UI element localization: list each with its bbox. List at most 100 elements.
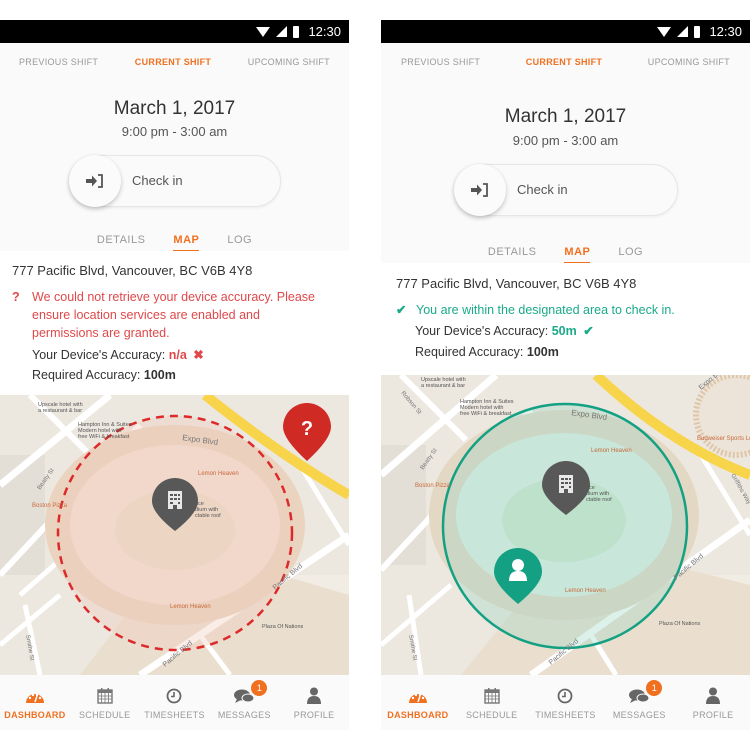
check-in-knob[interactable]: [454, 164, 506, 216]
check-icon: ✔: [396, 303, 407, 317]
clock-icon: [558, 688, 573, 703]
tab-previous-shift[interactable]: Previous Shift: [401, 57, 480, 67]
map-label-hampton: free WiFi & breakfast: [78, 434, 130, 440]
check-icon: ✔: [583, 324, 594, 338]
calendar-icon: [483, 688, 500, 704]
nav-messages[interactable]: 1 Messages: [209, 679, 279, 720]
tab-upcoming-shift[interactable]: Upcoming Shift: [648, 57, 730, 67]
question-icon: ?: [301, 418, 313, 440]
nav-schedule[interactable]: Schedule: [70, 686, 140, 720]
map-canvas: Upscale hotel with a restaurant & bar Ha…: [0, 395, 349, 675]
tab-current-shift[interactable]: Current Shift: [135, 57, 211, 67]
device-accuracy: Your Device's Accuracy: 50m ✔: [415, 323, 594, 338]
tab-upcoming-shift[interactable]: Upcoming Shift: [248, 57, 330, 67]
tab-log[interactable]: Log: [618, 246, 643, 264]
shift-time-range: 9:00 pm - 3:00 am: [121, 124, 228, 139]
device-accuracy-value: 50m: [551, 324, 577, 338]
user-icon: [307, 687, 322, 704]
error-message: ? We could not retrieve your device accu…: [12, 288, 329, 342]
signal-icon: [677, 26, 689, 37]
check-in-knob[interactable]: [69, 155, 121, 207]
address: 777 Pacific Blvd, Vancouver, BC V6B 4Y8: [12, 263, 253, 278]
nav-dashboard[interactable]: Dashboard: [383, 686, 453, 720]
nav-label: Profile: [692, 709, 734, 720]
cross-icon: ✖: [193, 348, 204, 362]
map-label-hotel: a restaurant & bar: [38, 408, 82, 414]
error-message-text: We could not retrieve your device accura…: [32, 290, 316, 340]
map-label-place: Plaza Of Nations: [659, 621, 701, 627]
battery-icon: [293, 25, 300, 38]
signal-icon: [276, 26, 288, 37]
accuracy-radius: [441, 402, 689, 650]
required-accuracy-label: Required Accuracy:: [415, 345, 524, 359]
required-accuracy-label: Required Accuracy:: [32, 368, 141, 382]
map-label-hampton: free WiFi & breakfast: [460, 411, 512, 417]
tab-map[interactable]: Map: [173, 234, 200, 252]
map-label-restaurant: Lemon Heaven: [591, 448, 632, 454]
map-label-restaurant: Budweiser Sports Lo: [697, 436, 750, 442]
map-label-restaurant: Lemon Heaven: [198, 471, 239, 477]
nav-profile[interactable]: Profile: [678, 686, 748, 720]
nav-timesheets[interactable]: Timesheets: [140, 686, 210, 720]
map-label-restaurant: Lemon Heaven: [565, 588, 606, 594]
tab-previous-shift[interactable]: Previous Shift: [19, 57, 98, 67]
shift-tabs: Previous Shift Current Shift Upcoming Sh…: [381, 43, 750, 81]
check-in-label: Check in: [132, 173, 183, 188]
detail-tabs: Details Map Log: [381, 246, 750, 264]
required-accuracy-value: 100m: [526, 345, 559, 359]
map-view[interactable]: Upscale hotel with a restaurant & bar Ha…: [0, 395, 349, 675]
nav-label: Dashboard: [4, 709, 66, 720]
sign-in-icon: [86, 174, 103, 188]
shift-tabs: Previous Shift Current Shift Upcoming Sh…: [0, 43, 349, 81]
dashboard-icon: [25, 693, 44, 703]
nav-label: Profile: [293, 709, 335, 720]
nav-profile[interactable]: Profile: [279, 686, 349, 720]
device-accuracy-label: Your Device's Accuracy:: [32, 348, 166, 362]
location-info: 777 Pacific Blvd, Vancouver, BC V6B 4Y8 …: [381, 263, 750, 375]
nav-label: Dashboard: [387, 709, 449, 720]
calendar-icon: [96, 688, 113, 704]
status-bar: 12:30: [0, 20, 349, 43]
nav-dashboard[interactable]: Dashboard: [0, 686, 70, 720]
tab-details[interactable]: Details: [97, 234, 146, 252]
shift-time-range: 9:00 pm - 3:00 am: [512, 133, 619, 148]
detail-tabs: Details Map Log: [0, 234, 349, 252]
address: 777 Pacific Blvd, Vancouver, BC V6B 4Y8: [396, 276, 637, 291]
phone-screen-success: 12:30 Previous Shift Current Shift Upcom…: [381, 20, 750, 730]
map-label-hotel: a restaurant & bar: [421, 383, 465, 389]
success-message-text: You are within the designated area to ch…: [416, 303, 675, 317]
map-view[interactable]: Upscale hotel with a restaurant & bar Ha…: [381, 375, 750, 675]
nav-label: Schedule: [465, 709, 518, 720]
map-label-stadium: ctable roof: [195, 513, 221, 519]
nav-timesheets[interactable]: Timesheets: [530, 686, 600, 720]
status-time: 12:30: [308, 24, 341, 39]
shift-date: March 1, 2017: [113, 98, 236, 119]
nav-label: Messages: [217, 709, 271, 720]
nav-messages[interactable]: 1 Messages: [604, 679, 674, 720]
tab-log[interactable]: Log: [227, 234, 252, 252]
battery-icon: [694, 25, 701, 38]
nav-label: Timesheets: [535, 709, 596, 720]
wifi-icon: [256, 26, 271, 37]
tab-details[interactable]: Details: [488, 246, 537, 264]
map-label-place: Plaza Of Nations: [262, 624, 304, 630]
nav-label: Schedule: [78, 709, 131, 720]
dashboard-icon: [408, 693, 427, 703]
nav-schedule[interactable]: Schedule: [457, 686, 527, 720]
tab-current-shift[interactable]: Current Shift: [526, 57, 602, 67]
check-in-button[interactable]: Check in: [454, 164, 678, 216]
tab-map[interactable]: Map: [564, 246, 591, 264]
wifi-icon: [657, 26, 672, 37]
messages-badge: 1: [646, 679, 663, 696]
status-bar: 12:30: [381, 20, 750, 43]
required-accuracy-value: 100m: [143, 368, 176, 382]
bottom-nav: Dashboard Schedule Timesheets 1 Messages…: [381, 675, 750, 730]
status-time: 12:30: [709, 24, 742, 39]
shift-date: March 1, 2017: [504, 106, 627, 127]
check-in-button[interactable]: Check in: [69, 155, 281, 207]
success-message: ✔ You are within the designated area to …: [396, 301, 730, 319]
bottom-nav: Dashboard Schedule Timesheets 1 Messages…: [0, 675, 349, 730]
map-canvas: Upscale hotel with a restaurant & bar Ha…: [381, 375, 750, 675]
sign-in-icon: [471, 183, 488, 197]
question-icon: ?: [12, 290, 20, 304]
